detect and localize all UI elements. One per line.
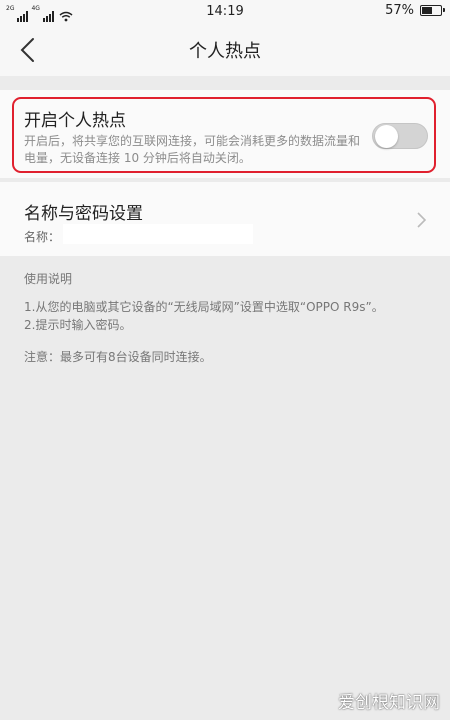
- chevron-right-icon: [417, 212, 427, 228]
- hotspot-title: 开启个人热点: [24, 111, 126, 131]
- status-bar: 2G 4G 14:19 57%: [0, 0, 450, 24]
- instruction-step-2: 2.提示时输入密码。: [24, 318, 132, 332]
- instruction-step-1: 1.从您的电脑或其它设备的“无线局域网”设置中选取“OPPO R9s”。: [24, 300, 384, 314]
- name-password-title: 名称与密码设置: [24, 204, 143, 224]
- instructions-header: 使用说明: [24, 272, 73, 286]
- battery-fill: [422, 7, 432, 14]
- hotspot-switch[interactable]: [372, 123, 428, 149]
- name-label: 名称：: [24, 230, 61, 244]
- hotspot-description: 开启后，将共享您的互联网连接，可能会消耗更多的数据流量和电量，无设备连接 10 …: [24, 134, 361, 165]
- hotspot-name-value: [63, 224, 253, 244]
- page-title: 个人热点: [189, 41, 261, 62]
- battery-status: 57%: [385, 3, 445, 18]
- battery-percent: 57%: [385, 3, 414, 18]
- nav-bar: 个人热点: [0, 24, 450, 76]
- battery-icon: [420, 5, 445, 16]
- clock: 14:19: [206, 4, 244, 19]
- switch-knob: [375, 125, 398, 148]
- watermark: 爱创根知识网: [338, 693, 440, 713]
- connection-note: 注意：最多可有8台设备同时连接。: [24, 350, 212, 364]
- instructions-text: 1.从您的电脑或其它设备的“无线局域网”设置中选取“OPPO R9s”。 2.提…: [24, 298, 384, 334]
